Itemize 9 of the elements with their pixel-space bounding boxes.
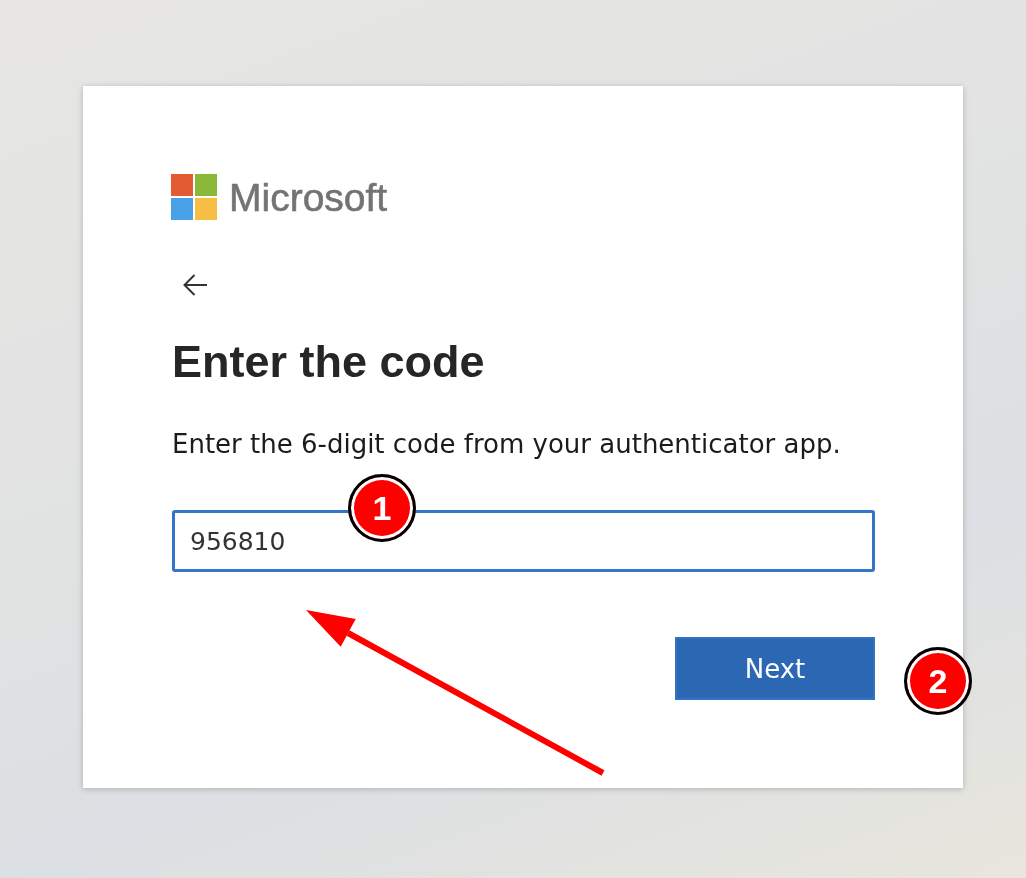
instructions-text: Enter the 6-digit code from your authenticator app.: [172, 427, 841, 461]
logo-wordmark: Microsoft: [229, 177, 388, 217]
step-number-marker: 2: [904, 647, 972, 716]
page-title: Enter the code: [172, 336, 485, 388]
back-button[interactable]: [183, 274, 207, 296]
step-number-marker: 1: [348, 474, 416, 543]
back-arrow-icon: [183, 274, 207, 296]
four-squares-logo-icon: [171, 174, 217, 220]
next-button[interactable]: Next: [675, 637, 875, 701]
